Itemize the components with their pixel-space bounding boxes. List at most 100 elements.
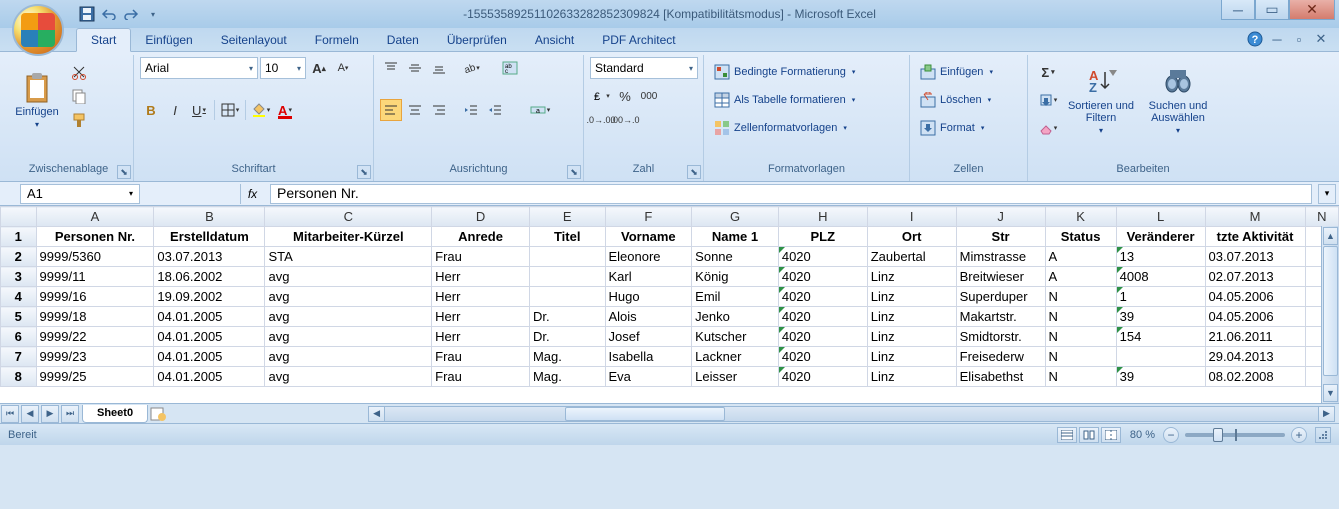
cell[interactable]: 4020 xyxy=(778,347,867,367)
cell[interactable]: PLZ xyxy=(778,227,867,247)
cell[interactable]: Status xyxy=(1045,227,1116,247)
cell[interactable]: Zaubertal xyxy=(867,247,956,267)
cell[interactable]: 9999/23 xyxy=(36,347,154,367)
cell[interactable]: 04.01.2005 xyxy=(154,307,265,327)
cell[interactable]: Linz xyxy=(867,267,956,287)
tab-pdf-architect[interactable]: PDF Architect xyxy=(588,29,689,51)
insert-cells-button[interactable]: Einfügen▾ xyxy=(916,61,997,83)
cell[interactable]: Josef xyxy=(605,327,692,347)
align-middle-icon[interactable] xyxy=(404,57,426,79)
increase-decimal-icon[interactable]: .0→.00 xyxy=(590,109,612,131)
clear-icon[interactable]: ▾ xyxy=(1034,117,1062,139)
col-header[interactable]: M xyxy=(1205,207,1305,227)
cell[interactable]: Herr xyxy=(432,307,530,327)
cell[interactable]: Herr xyxy=(432,327,530,347)
cell[interactable]: Leisser xyxy=(692,367,779,387)
cell[interactable]: 04.05.2006 xyxy=(1205,287,1305,307)
row-header[interactable]: 4 xyxy=(1,287,37,307)
fx-icon[interactable]: fx xyxy=(240,184,264,204)
col-header[interactable]: A xyxy=(36,207,154,227)
row-header[interactable]: 8 xyxy=(1,367,37,387)
format-as-table-button[interactable]: Als Tabelle formatieren▾ xyxy=(710,89,859,111)
fill-icon[interactable]: ▾ xyxy=(1034,89,1062,111)
cell[interactable]: Ort xyxy=(867,227,956,247)
normal-view-icon[interactable] xyxy=(1057,427,1077,443)
ribbon-restore-icon[interactable]: ▫ xyxy=(1291,31,1307,47)
undo-icon[interactable] xyxy=(100,5,118,23)
find-select-button[interactable]: Suchen und Auswählen▾ xyxy=(1140,57,1216,143)
decrease-decimal-icon[interactable]: .00→.0 xyxy=(614,109,636,131)
clipboard-launcher-icon[interactable]: ⬊ xyxy=(117,165,131,179)
cut-icon[interactable] xyxy=(68,61,90,83)
cell[interactable] xyxy=(529,287,605,307)
cell[interactable]: 04.01.2005 xyxy=(154,367,265,387)
delete-cells-button[interactable]: Löschen▾ xyxy=(916,89,995,111)
cell[interactable]: Isabella xyxy=(605,347,692,367)
tab-prev-icon[interactable]: ◀ xyxy=(21,405,39,423)
cell[interactable]: N xyxy=(1045,347,1116,367)
cell[interactable]: Eva xyxy=(605,367,692,387)
hscroll-thumb[interactable] xyxy=(565,407,725,421)
sheet-tab[interactable]: Sheet0 xyxy=(82,405,148,423)
zoom-in-icon[interactable]: + xyxy=(1291,427,1307,443)
cell[interactable]: Veränderer xyxy=(1116,227,1205,247)
cell[interactable]: 4020 xyxy=(778,247,867,267)
cell[interactable]: 29.04.2013 xyxy=(1205,347,1305,367)
cell[interactable]: avg xyxy=(265,287,432,307)
zoom-slider[interactable] xyxy=(1185,433,1285,437)
cell[interactable]: 4020 xyxy=(778,287,867,307)
cell[interactable] xyxy=(1116,347,1205,367)
cell[interactable]: Linz xyxy=(867,367,956,387)
cell[interactable]: Linz xyxy=(867,287,956,307)
cell[interactable]: Linz xyxy=(867,327,956,347)
cell[interactable]: König xyxy=(692,267,779,287)
cell[interactable]: 39 xyxy=(1116,307,1205,327)
name-box[interactable]: A1▾ xyxy=(20,184,140,204)
scroll-down-icon[interactable]: ▼ xyxy=(1323,384,1338,402)
cell[interactable] xyxy=(529,247,605,267)
cell[interactable]: Linz xyxy=(867,347,956,367)
cell[interactable]: A xyxy=(1045,267,1116,287)
comma-icon[interactable]: 000 xyxy=(638,85,660,107)
col-header[interactable]: L xyxy=(1116,207,1205,227)
cell[interactable]: 18.06.2002 xyxy=(154,267,265,287)
cell[interactable]: 08.02.2008 xyxy=(1205,367,1305,387)
cell[interactable]: Mitarbeiter-Kürzel xyxy=(265,227,432,247)
row-header[interactable]: 1 xyxy=(1,227,37,247)
cell[interactable] xyxy=(529,267,605,287)
col-header[interactable]: E xyxy=(529,207,605,227)
row-header[interactable]: 5 xyxy=(1,307,37,327)
cell[interactable]: N xyxy=(1045,367,1116,387)
redo-icon[interactable] xyxy=(122,5,140,23)
bold-icon[interactable]: B xyxy=(140,99,162,121)
cell[interactable]: avg xyxy=(265,307,432,327)
align-bottom-icon[interactable] xyxy=(428,57,450,79)
decrease-indent-icon[interactable] xyxy=(460,99,482,121)
cell[interactable]: 03.07.2013 xyxy=(154,247,265,267)
cell[interactable]: Vorname xyxy=(605,227,692,247)
cell[interactable]: Kutscher xyxy=(692,327,779,347)
tab-seitenlayout[interactable]: Seitenlayout xyxy=(207,29,301,51)
percent-icon[interactable]: % xyxy=(614,85,636,107)
cell[interactable]: avg xyxy=(265,327,432,347)
page-break-view-icon[interactable] xyxy=(1101,427,1121,443)
cell[interactable]: 04.01.2005 xyxy=(154,327,265,347)
select-all-corner[interactable] xyxy=(1,207,37,227)
cell[interactable]: 154 xyxy=(1116,327,1205,347)
vscroll-thumb[interactable] xyxy=(1323,246,1338,376)
qat-menu-icon[interactable]: ▾ xyxy=(144,5,162,23)
scroll-right-icon[interactable]: ▶ xyxy=(1318,407,1334,421)
cell[interactable]: 39 xyxy=(1116,367,1205,387)
tab-first-icon[interactable]: ⏮ xyxy=(1,405,19,423)
border-icon[interactable]: ▾ xyxy=(219,99,241,121)
cell[interactable]: 04.01.2005 xyxy=(154,347,265,367)
cell[interactable]: 04.05.2006 xyxy=(1205,307,1305,327)
cell[interactable]: 4008 xyxy=(1116,267,1205,287)
formula-input[interactable]: Personen Nr. xyxy=(270,184,1312,204)
number-launcher-icon[interactable]: ⬊ xyxy=(687,165,701,179)
font-color-icon[interactable]: A▾ xyxy=(274,99,296,121)
cell-styles-button[interactable]: Zellenformatvorlagen▾ xyxy=(710,117,851,139)
cell[interactable]: 4020 xyxy=(778,267,867,287)
cell[interactable]: Hugo xyxy=(605,287,692,307)
font-name-combo[interactable]: Arial▾ xyxy=(140,57,258,79)
